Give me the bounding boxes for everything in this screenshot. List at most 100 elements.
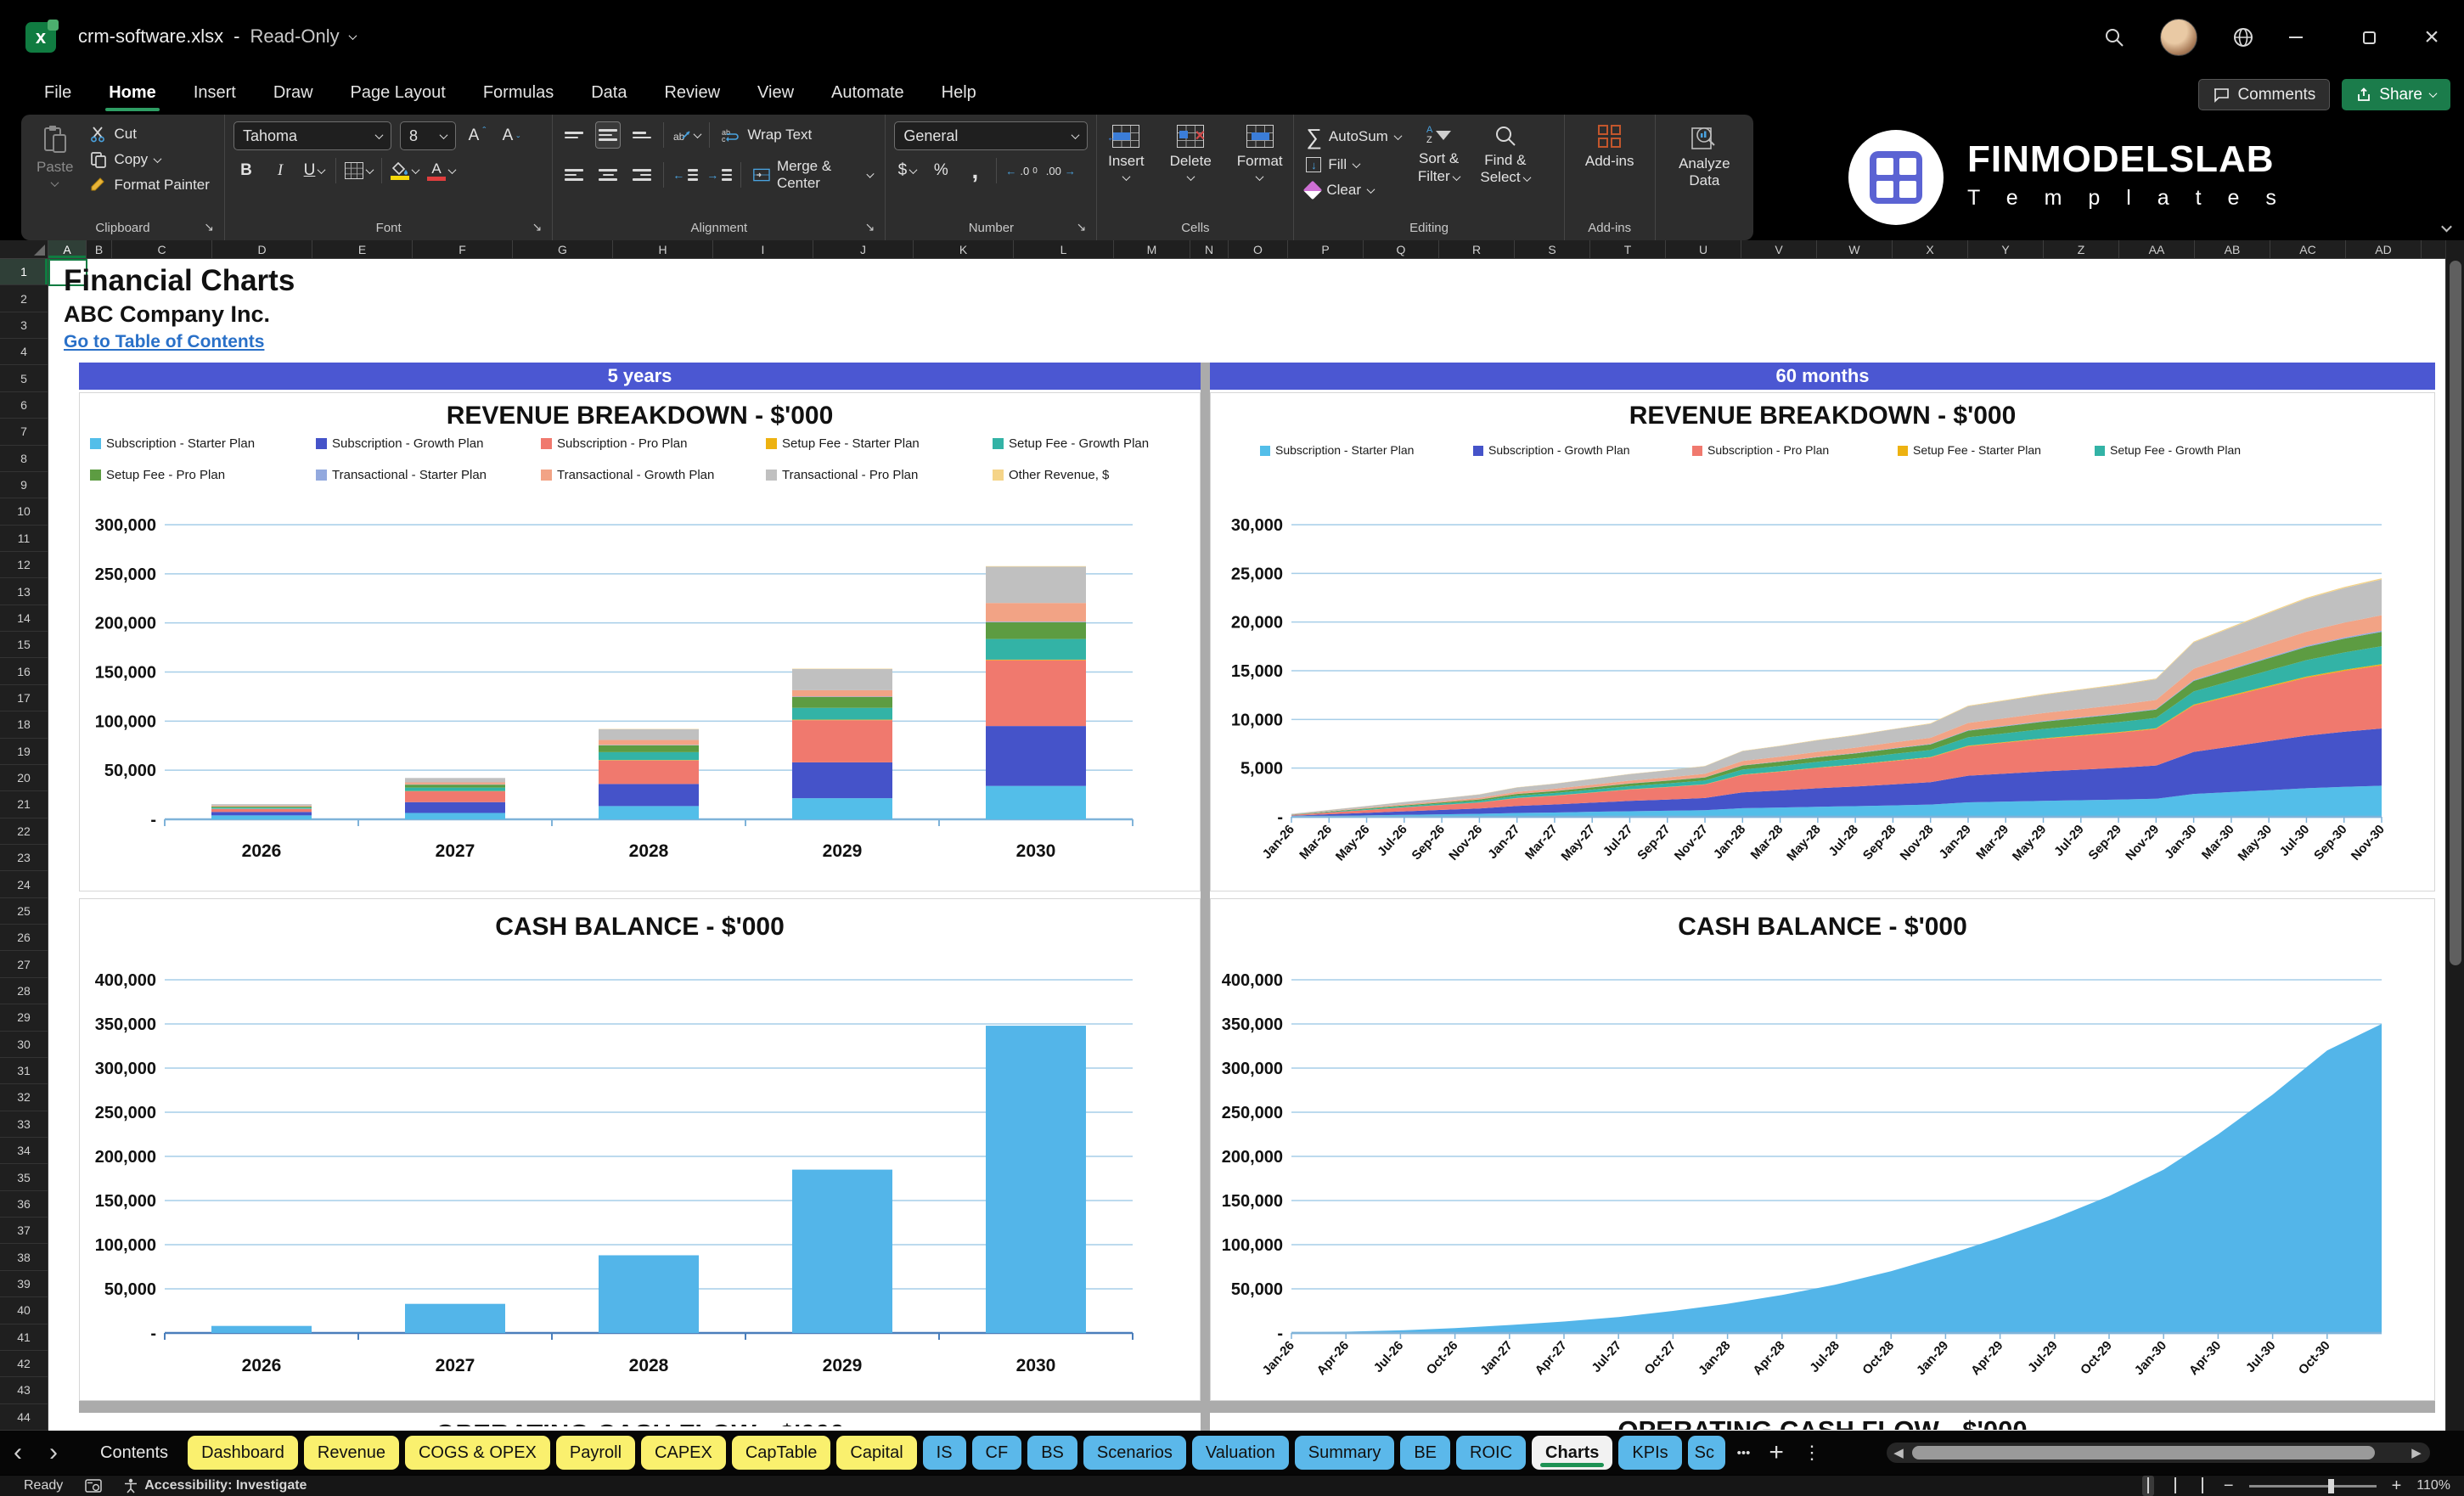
- read-only-badge[interactable]: Read-Only: [250, 25, 339, 48]
- more-sheets-button[interactable]: •••: [1737, 1446, 1751, 1460]
- row-header-14[interactable]: 14: [0, 605, 48, 633]
- row-header-16[interactable]: 16: [0, 658, 48, 685]
- bar-segment[interactable]: [405, 1303, 505, 1333]
- percent-format-button[interactable]: %: [928, 157, 954, 184]
- bar-segment[interactable]: [599, 745, 699, 752]
- row-header-23[interactable]: 23: [0, 845, 48, 872]
- column-header-g[interactable]: G: [513, 240, 613, 258]
- fill-color-button[interactable]: [391, 157, 420, 184]
- area-series[interactable]: [1291, 1024, 2382, 1333]
- increase-decimal-button[interactable]: ← .0 0: [1005, 157, 1037, 184]
- sheet-tab-captable[interactable]: CapTable: [731, 1436, 831, 1470]
- bar-segment[interactable]: [986, 1026, 1086, 1333]
- bar-segment[interactable]: [599, 760, 699, 785]
- bar-segment[interactable]: [792, 762, 892, 799]
- row-header-5[interactable]: 5: [0, 365, 48, 392]
- ribbon-collapse-icon[interactable]: [2441, 221, 2452, 233]
- row-header-32[interactable]: 32: [0, 1084, 48, 1111]
- column-header-a[interactable]: A: [48, 240, 87, 258]
- font-name-select[interactable]: Tahoma: [233, 121, 392, 150]
- globe-icon[interactable]: [2226, 20, 2260, 54]
- menu-tab-home[interactable]: Home: [90, 78, 175, 111]
- comments-button[interactable]: Comments: [2198, 79, 2331, 110]
- insert-cells-button[interactable]: ← Insert: [1101, 121, 1151, 184]
- row-header-6[interactable]: 6: [0, 392, 48, 419]
- maximize-button[interactable]: [2352, 31, 2386, 44]
- increase-indent-button[interactable]: →: [706, 161, 733, 188]
- column-header-j[interactable]: J: [813, 240, 914, 258]
- sheet-tab-scenarios[interactable]: Scenarios: [1083, 1436, 1186, 1470]
- sheet-tab-kpis[interactable]: KPIs: [1618, 1436, 1682, 1470]
- find-select-button[interactable]: Find & Select: [1473, 121, 1537, 190]
- row-header-38[interactable]: 38: [0, 1244, 48, 1271]
- format-painter-button[interactable]: Format Painter: [87, 174, 212, 196]
- sheet-tab-summary[interactable]: Summary: [1294, 1436, 1395, 1470]
- horizontal-scrollbar[interactable]: ◀ ▶: [1887, 1443, 2430, 1463]
- sort-filter-button[interactable]: AZ Sort & Filter: [1411, 121, 1467, 188]
- merge-center-button[interactable]: Merge & Center: [750, 155, 876, 194]
- bar-segment[interactable]: [599, 1255, 699, 1333]
- row-header-22[interactable]: 22: [0, 818, 48, 845]
- row-header-28[interactable]: 28: [0, 978, 48, 1005]
- bar-segment[interactable]: [405, 778, 505, 783]
- zoom-in-button[interactable]: +: [2392, 1476, 2402, 1496]
- column-header-i[interactable]: I: [713, 240, 813, 258]
- row-header-26[interactable]: 26: [0, 925, 48, 952]
- bar-segment[interactable]: [405, 782, 505, 785]
- bar-segment[interactable]: [405, 785, 505, 788]
- sheet-tab-is[interactable]: IS: [922, 1436, 966, 1470]
- row-header-37[interactable]: 37: [0, 1218, 48, 1245]
- sheet-tab-be[interactable]: BE: [1400, 1436, 1451, 1470]
- row-header-9[interactable]: 9: [0, 472, 48, 499]
- bar-segment[interactable]: [792, 696, 892, 697]
- row-header-20[interactable]: 20: [0, 765, 48, 792]
- bar-segment[interactable]: [986, 660, 1086, 727]
- number-format-select[interactable]: General: [894, 121, 1089, 150]
- column-header-m[interactable]: M: [1114, 240, 1190, 258]
- column-header-x[interactable]: X: [1893, 240, 1968, 258]
- row-header-2[interactable]: 2: [0, 285, 48, 312]
- tabs-scroll-right-icon[interactable]: ›: [36, 1440, 71, 1465]
- menu-tab-data[interactable]: Data: [572, 78, 645, 111]
- bar-segment[interactable]: [405, 801, 505, 813]
- sheet-tab-revenue[interactable]: Revenue: [303, 1436, 399, 1470]
- decrease-decimal-button[interactable]: .00 →: [1046, 157, 1076, 184]
- column-header-r[interactable]: R: [1439, 240, 1515, 258]
- row-header-40[interactable]: 40: [0, 1297, 48, 1324]
- bar-segment[interactable]: [986, 726, 1086, 786]
- analyze-data-button[interactable]: Analyze Data: [1672, 121, 1736, 194]
- menu-tab-insert[interactable]: Insert: [175, 78, 255, 111]
- bar-segment[interactable]: [792, 720, 892, 762]
- bar-segment[interactable]: [792, 689, 892, 697]
- menu-tab-formulas[interactable]: Formulas: [464, 78, 572, 111]
- normal-view-button[interactable]: [2141, 1476, 2154, 1496]
- zoom-slider-thumb[interactable]: [2327, 1478, 2334, 1493]
- bar-segment[interactable]: [405, 791, 505, 802]
- row-header-15[interactable]: 15: [0, 632, 48, 659]
- close-button[interactable]: ×: [2415, 23, 2449, 52]
- italic-button[interactable]: I: [267, 157, 293, 184]
- column-header-ab[interactable]: AB: [2195, 240, 2270, 258]
- wrap-text-button[interactable]: ab c Wrap Text: [718, 124, 815, 146]
- zoom-slider[interactable]: [2248, 1478, 2377, 1493]
- column-header-k[interactable]: K: [914, 240, 1014, 258]
- column-header-y[interactable]: Y: [1968, 240, 2044, 258]
- align-top-button[interactable]: [561, 121, 587, 149]
- bar-segment[interactable]: [986, 565, 1086, 567]
- fill-button[interactable]: ↓ Fill: [1302, 154, 1404, 176]
- bar-segment[interactable]: [599, 784, 699, 807]
- underline-button[interactable]: U: [301, 157, 327, 184]
- row-header-27[interactable]: 27: [0, 951, 48, 978]
- bar-segment[interactable]: [599, 806, 699, 819]
- row-header-35[interactable]: 35: [0, 1164, 48, 1191]
- zoom-out-button[interactable]: −: [2224, 1476, 2234, 1496]
- row-header-44[interactable]: 44: [0, 1404, 48, 1431]
- delete-cells-button[interactable]: × Delete: [1163, 121, 1218, 184]
- cut-button[interactable]: Cut: [87, 123, 212, 145]
- vertical-scrollbar-thumb[interactable]: [2450, 261, 2461, 965]
- zoom-level[interactable]: 110%: [2416, 1478, 2450, 1493]
- column-header-v[interactable]: V: [1741, 240, 1817, 258]
- bar-segment[interactable]: [986, 659, 1086, 661]
- column-header-c[interactable]: C: [112, 240, 212, 258]
- copy-button[interactable]: Copy: [87, 149, 212, 171]
